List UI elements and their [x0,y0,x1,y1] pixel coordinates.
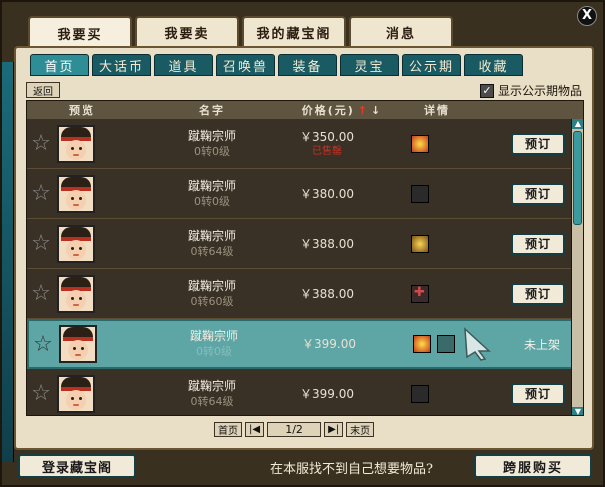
subtab-pets[interactable]: 召唤兽 [216,54,276,76]
scroll-down-arrow-icon[interactable]: ▼ [572,407,583,415]
favorite-star-icon[interactable]: ☆ [27,381,55,406]
favorite-star-icon[interactable]: ☆ [29,332,57,357]
item-level: 0转0级 [194,194,230,208]
teal-equipment-icon[interactable] [437,335,455,353]
reserve-button[interactable]: 预订 [511,282,565,305]
prev-page-button[interactable]: |◀ [245,422,265,437]
favorite-star-icon[interactable]: ☆ [27,181,55,206]
tab-my-treasury[interactable]: 我的藏宝阁 [242,16,346,46]
reserve-button[interactable]: 预订 [511,182,565,205]
table-scrollbar[interactable]: ▲ ▼ [571,119,583,415]
sort-ascending-icon[interactable]: ↑ [358,104,369,117]
cangbaoge-window: X 我要买 我要卖 我的藏宝阁 消息 首页 大话币 道具 召唤兽 装备 灵宝 公… [0,0,605,487]
dark-equipment-icon[interactable] [411,184,429,203]
item-price: ￥380.00 [300,186,354,201]
item-name: 蹴鞠宗师 [187,278,236,293]
item-price: ￥399.00 [300,386,354,401]
scroll-up-arrow-icon[interactable]: ▲ [572,119,583,129]
fire-equipment-icon[interactable] [411,134,429,153]
header-price[interactable]: 价格(元) ↑ ↓ [287,102,397,118]
item-name: 蹴鞠宗师 [187,378,236,393]
header-preview: 预览 [69,104,95,117]
subtab-public-period[interactable]: 公示期 [402,54,462,76]
dark-equipment-icon[interactable] [411,384,429,403]
show-public-toggle[interactable]: ✓ 显示公示期物品 [479,82,582,99]
table-row[interactable]: ☆ 蹴鞠宗师 0转60级 ￥388.00 预订 [27,269,583,319]
item-price: ￥388.00 [300,236,354,251]
table-row-selected[interactable]: ☆ 蹴鞠宗师 0转0级 ￥399.00 未上架 [27,319,583,369]
table-row[interactable]: ☆ 蹴鞠宗师 0转64级 ￥399.00 预订 [27,369,583,415]
fire-equipment-icon[interactable] [413,335,431,353]
item-name: 蹴鞠宗师 [187,178,236,193]
category-tab-bar: 首页 大话币 道具 召唤兽 装备 灵宝 公示期 收藏 [30,54,524,76]
character-avatar [57,174,95,213]
subtab-currency[interactable]: 大话币 [92,54,152,76]
page-indicator: 1/2 [267,422,322,437]
show-public-checkbox[interactable]: ✓ [479,83,494,98]
scroll-thumb[interactable] [573,131,582,225]
item-name: 蹴鞠宗师 [189,329,238,343]
item-level: 0转64级 [190,394,234,408]
table-row[interactable]: ☆ 蹴鞠宗师 0转64级 ￥388.00 预订 [27,219,583,269]
character-avatar [57,274,95,313]
header-name: 名字 [199,104,225,117]
listing-table: 预览 名字 价格(元) ↑ ↓ 详情 ☆ 蹴鞠宗师 0转0级 ￥350.00 已售罄 [26,100,584,416]
header-price-label: 价格(元) [301,104,355,117]
unlisted-status: 未上架 [523,337,560,352]
top-tab-bar: 我要买 我要卖 我的藏宝阁 消息 [28,16,453,48]
cursor-arrow-icon [464,327,491,361]
subtab-lingbao[interactable]: 灵宝 [340,54,400,76]
favorite-star-icon[interactable]: ☆ [27,231,55,256]
pagination: 首页 |◀ 1/2 ▶| 末页 [214,422,375,437]
item-level: 0转64级 [190,244,234,258]
table-header: 预览 名字 价格(元) ↑ ↓ 详情 [27,101,583,119]
subtab-equipment[interactable]: 装备 [278,54,338,76]
first-page-button[interactable]: 首页 [214,422,242,437]
left-side-strip [2,62,14,462]
subtab-favorites[interactable]: 收藏 [464,54,524,76]
sort-descending-icon[interactable]: ↓ [371,104,382,117]
item-name: 蹴鞠宗师 [187,128,236,143]
reserve-button[interactable]: 预订 [511,132,565,155]
tab-sell[interactable]: 我要卖 [135,16,239,46]
header-detail: 详情 [424,104,450,117]
character-avatar [59,325,97,363]
reserve-button[interactable]: 预订 [511,232,565,255]
item-price: ￥388.00 [300,286,354,301]
last-page-button[interactable]: 末页 [346,422,375,437]
next-page-button[interactable]: ▶| [324,422,344,437]
item-name: 蹴鞠宗师 [187,228,236,243]
cross-server-notice: 在本服找不到自己想要物品? [270,462,433,477]
cross-server-buy-button[interactable]: 跨服购买 [474,454,592,478]
login-treasury-button[interactable]: 登录藏宝阁 [18,454,136,478]
subtab-home[interactable]: 首页 [30,54,89,76]
tab-messages[interactable]: 消息 [349,16,453,46]
tab-buy[interactable]: 我要买 [28,16,132,48]
favorite-star-icon[interactable]: ☆ [27,281,55,306]
close-button[interactable]: X [577,6,597,26]
item-price: ￥350.00 [300,129,354,144]
table-row[interactable]: ☆ 蹴鞠宗师 0转0级 ￥350.00 已售罄 预订 [27,119,583,169]
character-avatar [57,224,95,263]
reserve-button[interactable]: 预订 [511,382,565,405]
sold-out-label: 已售罄 [312,145,342,157]
item-level: 0转60级 [190,294,234,308]
item-level: 0转0级 [196,345,232,358]
character-avatar [57,374,95,413]
back-button[interactable]: 返回 [26,82,60,98]
item-level: 0转0级 [194,144,230,158]
market-panel: 首页 大话币 道具 召唤兽 装备 灵宝 公示期 收藏 返回 ✓ 显示公示期物品 … [14,46,594,450]
gold-equipment-icon[interactable] [411,234,429,253]
favorite-star-icon[interactable]: ☆ [27,131,55,156]
show-public-label: 显示公示期物品 [497,84,582,98]
item-price: ￥399.00 [302,337,356,351]
cross-equipment-icon[interactable] [411,284,429,303]
character-avatar [57,124,95,163]
subtab-items[interactable]: 道具 [154,54,214,76]
table-row[interactable]: ☆ 蹴鞠宗师 0转0级 ￥380.00 预订 [27,169,583,219]
